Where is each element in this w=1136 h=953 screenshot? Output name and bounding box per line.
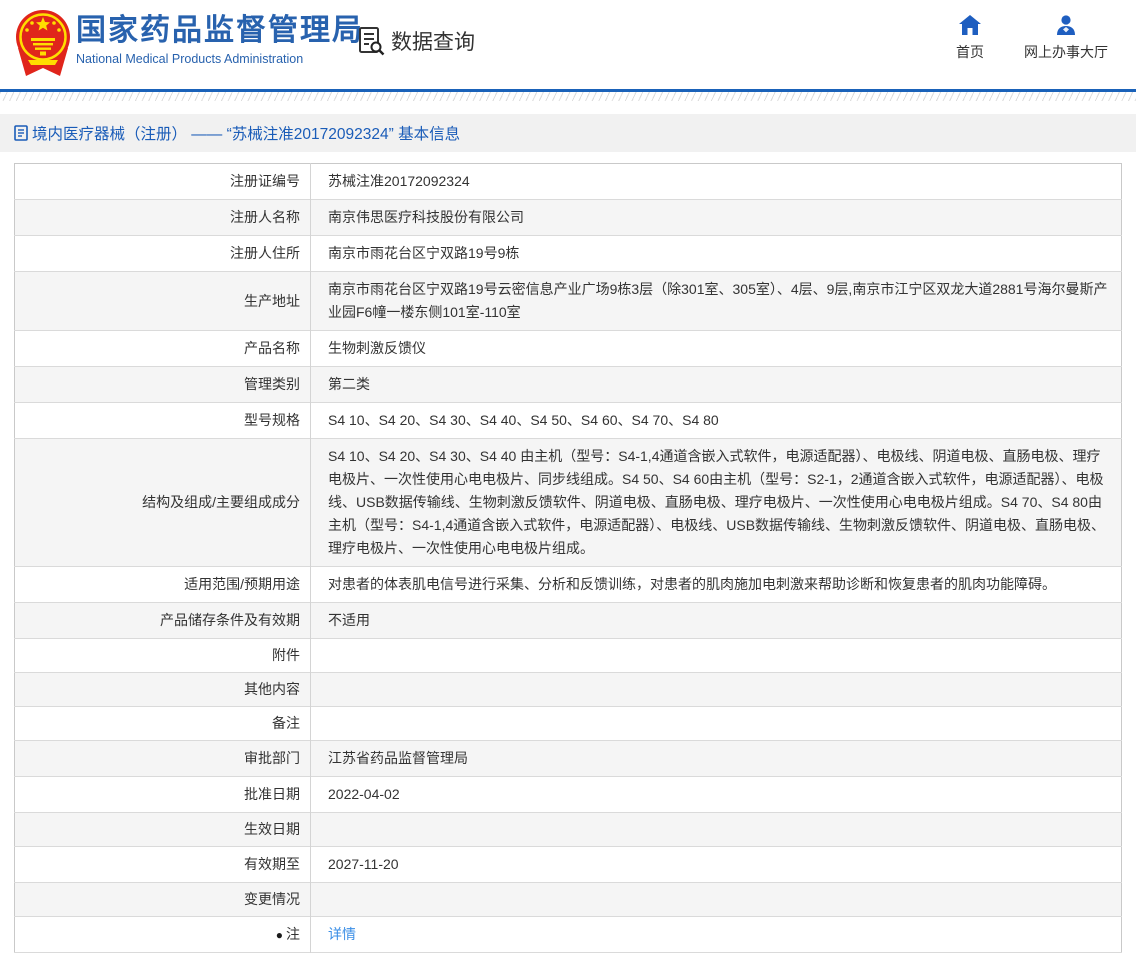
table-row: 变更情况 bbox=[15, 883, 1122, 917]
row-value: 2027-11-20 bbox=[311, 847, 1122, 883]
breadcrumb: 境内医疗器械（注册） —— “苏械注准20172092324” 基本信息 bbox=[0, 114, 1136, 152]
table-row: 生效日期 bbox=[15, 813, 1122, 847]
table-row: 结构及组成/主要组成成分S4 10、S4 20、S4 30、S4 40 由主机（… bbox=[15, 439, 1122, 567]
home-icon bbox=[959, 15, 981, 35]
document-search-icon bbox=[358, 26, 385, 56]
row-value: 生物刺激反馈仪 bbox=[311, 331, 1122, 367]
note-icon: ● bbox=[276, 925, 283, 946]
row-value: 第二类 bbox=[311, 367, 1122, 403]
row-value: 南京伟思医疗科技股份有限公司 bbox=[311, 200, 1122, 236]
national-emblem-logo bbox=[14, 8, 72, 80]
site-title: 国家药品监督管理局 bbox=[76, 13, 364, 49]
table-row: 适用范围/预期用途对患者的体表肌电信号进行采集、分析和反馈训练，对患者的肌肉施加… bbox=[15, 567, 1122, 603]
row-value: 详情 bbox=[311, 917, 1122, 953]
row-value: S4 10、S4 20、S4 30、S4 40 由主机（型号：S4-1,4通道含… bbox=[311, 439, 1122, 567]
table-row: 有效期至2027-11-20 bbox=[15, 847, 1122, 883]
nav-service-hall[interactable]: 网上办事大厅 bbox=[1024, 15, 1108, 62]
row-label: 注册人住所 bbox=[15, 236, 311, 272]
page-header: 国家药品监督管理局 National Medical Products Admi… bbox=[0, 0, 1136, 89]
brand-block: 国家药品监督管理局 National Medical Products Admi… bbox=[76, 13, 364, 66]
info-table-body: 注册证编号苏械注准20172092324注册人名称南京伟思医疗科技股份有限公司注… bbox=[15, 164, 1122, 953]
row-label: 变更情况 bbox=[15, 883, 311, 917]
table-row: 注册人名称南京伟思医疗科技股份有限公司 bbox=[15, 200, 1122, 236]
row-label: 批准日期 bbox=[15, 777, 311, 813]
row-value: 不适用 bbox=[311, 603, 1122, 639]
row-label: 有效期至 bbox=[15, 847, 311, 883]
row-value bbox=[311, 883, 1122, 917]
row-label: 生效日期 bbox=[15, 813, 311, 847]
nav-home[interactable]: 首页 bbox=[956, 15, 984, 62]
row-label: 型号规格 bbox=[15, 403, 311, 439]
nav-service-hall-label: 网上办事大厅 bbox=[1024, 42, 1108, 62]
row-label: ●注 bbox=[15, 917, 311, 953]
row-label: 注册人名称 bbox=[15, 200, 311, 236]
table-row: 生产地址南京市雨花台区宁双路19号云密信息产业广场9栋3层（除301室、305室… bbox=[15, 272, 1122, 331]
row-value: 2022-04-02 bbox=[311, 777, 1122, 813]
row-value bbox=[311, 813, 1122, 847]
table-row: 批准日期2022-04-02 bbox=[15, 777, 1122, 813]
table-row: 注册证编号苏械注准20172092324 bbox=[15, 164, 1122, 200]
info-table: 注册证编号苏械注准20172092324注册人名称南京伟思医疗科技股份有限公司注… bbox=[14, 163, 1122, 953]
table-row: 型号规格S4 10、S4 20、S4 30、S4 40、S4 50、S4 60、… bbox=[15, 403, 1122, 439]
row-label: 生产地址 bbox=[15, 272, 311, 331]
detail-link[interactable]: 详情 bbox=[328, 926, 356, 942]
top-nav: 首页 网上办事大厅 bbox=[956, 15, 1108, 62]
row-value: S4 10、S4 20、S4 30、S4 40、S4 50、S4 60、S4 7… bbox=[311, 403, 1122, 439]
table-row: ●注 详情 bbox=[15, 917, 1122, 953]
table-row: 产品储存条件及有效期不适用 bbox=[15, 603, 1122, 639]
row-value bbox=[311, 673, 1122, 707]
row-label: 审批部门 bbox=[15, 741, 311, 777]
row-value bbox=[311, 639, 1122, 673]
page-doc-icon bbox=[14, 125, 28, 141]
data-query-label: 数据查询 bbox=[391, 26, 475, 56]
row-value: 南京市雨花台区宁双路19号9栋 bbox=[311, 236, 1122, 272]
page-title: 境内医疗器械（注册） —— “苏械注准20172092324” 基本信息 bbox=[32, 122, 460, 144]
row-label: 其他内容 bbox=[15, 673, 311, 707]
user-icon bbox=[1055, 15, 1077, 35]
row-label: 管理类别 bbox=[15, 367, 311, 403]
row-label: 适用范围/预期用途 bbox=[15, 567, 311, 603]
row-label: 注册证编号 bbox=[15, 164, 311, 200]
table-row: 产品名称生物刺激反馈仪 bbox=[15, 331, 1122, 367]
row-label: 产品储存条件及有效期 bbox=[15, 603, 311, 639]
row-value: 苏械注准20172092324 bbox=[311, 164, 1122, 200]
row-label: 备注 bbox=[15, 707, 311, 741]
row-value: 南京市雨花台区宁双路19号云密信息产业广场9栋3层（除301室、305室）、4层… bbox=[311, 272, 1122, 331]
table-row: 管理类别第二类 bbox=[15, 367, 1122, 403]
hatch-stripe bbox=[0, 92, 1136, 101]
table-row: 审批部门江苏省药品监督管理局 bbox=[15, 741, 1122, 777]
data-query-section[interactable]: 数据查询 bbox=[358, 26, 475, 56]
row-value bbox=[311, 707, 1122, 741]
table-row: 其他内容 bbox=[15, 673, 1122, 707]
site-subtitle: National Medical Products Administration bbox=[76, 52, 364, 66]
row-label: 结构及组成/主要组成成分 bbox=[15, 439, 311, 567]
row-label: 产品名称 bbox=[15, 331, 311, 367]
row-label: 附件 bbox=[15, 639, 311, 673]
table-row: 附件 bbox=[15, 639, 1122, 673]
row-value: 江苏省药品监督管理局 bbox=[311, 741, 1122, 777]
table-row: 备注 bbox=[15, 707, 1122, 741]
row-value: 对患者的体表肌电信号进行采集、分析和反馈训练，对患者的肌肉施加电刺激来帮助诊断和… bbox=[311, 567, 1122, 603]
table-row: 注册人住所南京市雨花台区宁双路19号9栋 bbox=[15, 236, 1122, 272]
nav-home-label: 首页 bbox=[956, 42, 984, 62]
